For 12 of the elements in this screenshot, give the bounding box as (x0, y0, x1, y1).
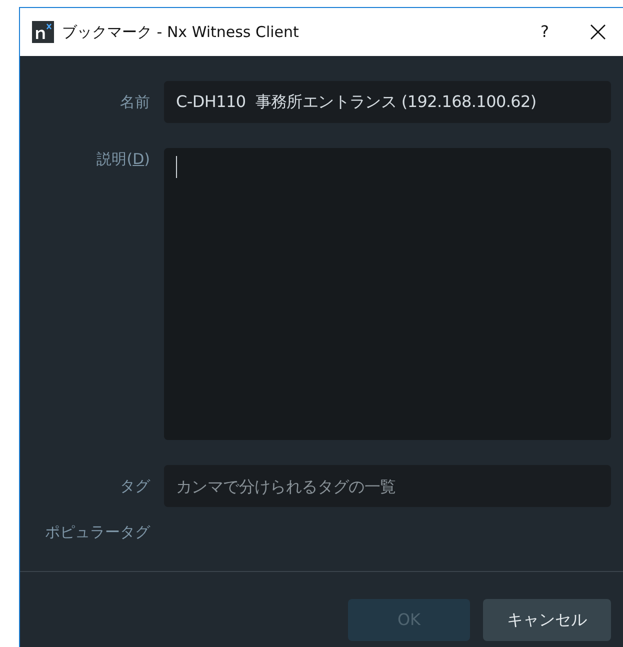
help-button[interactable]: ? (532, 20, 557, 44)
popular-tags-label: ポピュラータグ (45, 522, 150, 543)
field-label: タグ (120, 476, 150, 497)
text-field[interactable]: カンマで分けられるタグの一覧 (164, 465, 611, 507)
window-title: ブックマーク - Nx Witness Client (62, 22, 299, 43)
description-field[interactable] (164, 148, 611, 440)
app-logo-icon (32, 21, 54, 43)
field-label: 説明(D) (96, 149, 150, 170)
field-label: 名前 (120, 92, 150, 113)
close-icon[interactable] (589, 23, 607, 41)
cancel-button[interactable]: キャンセル (483, 598, 611, 640)
text-field[interactable]: C-DH110 事務所エントランス (192.168.100.62) (164, 81, 611, 123)
